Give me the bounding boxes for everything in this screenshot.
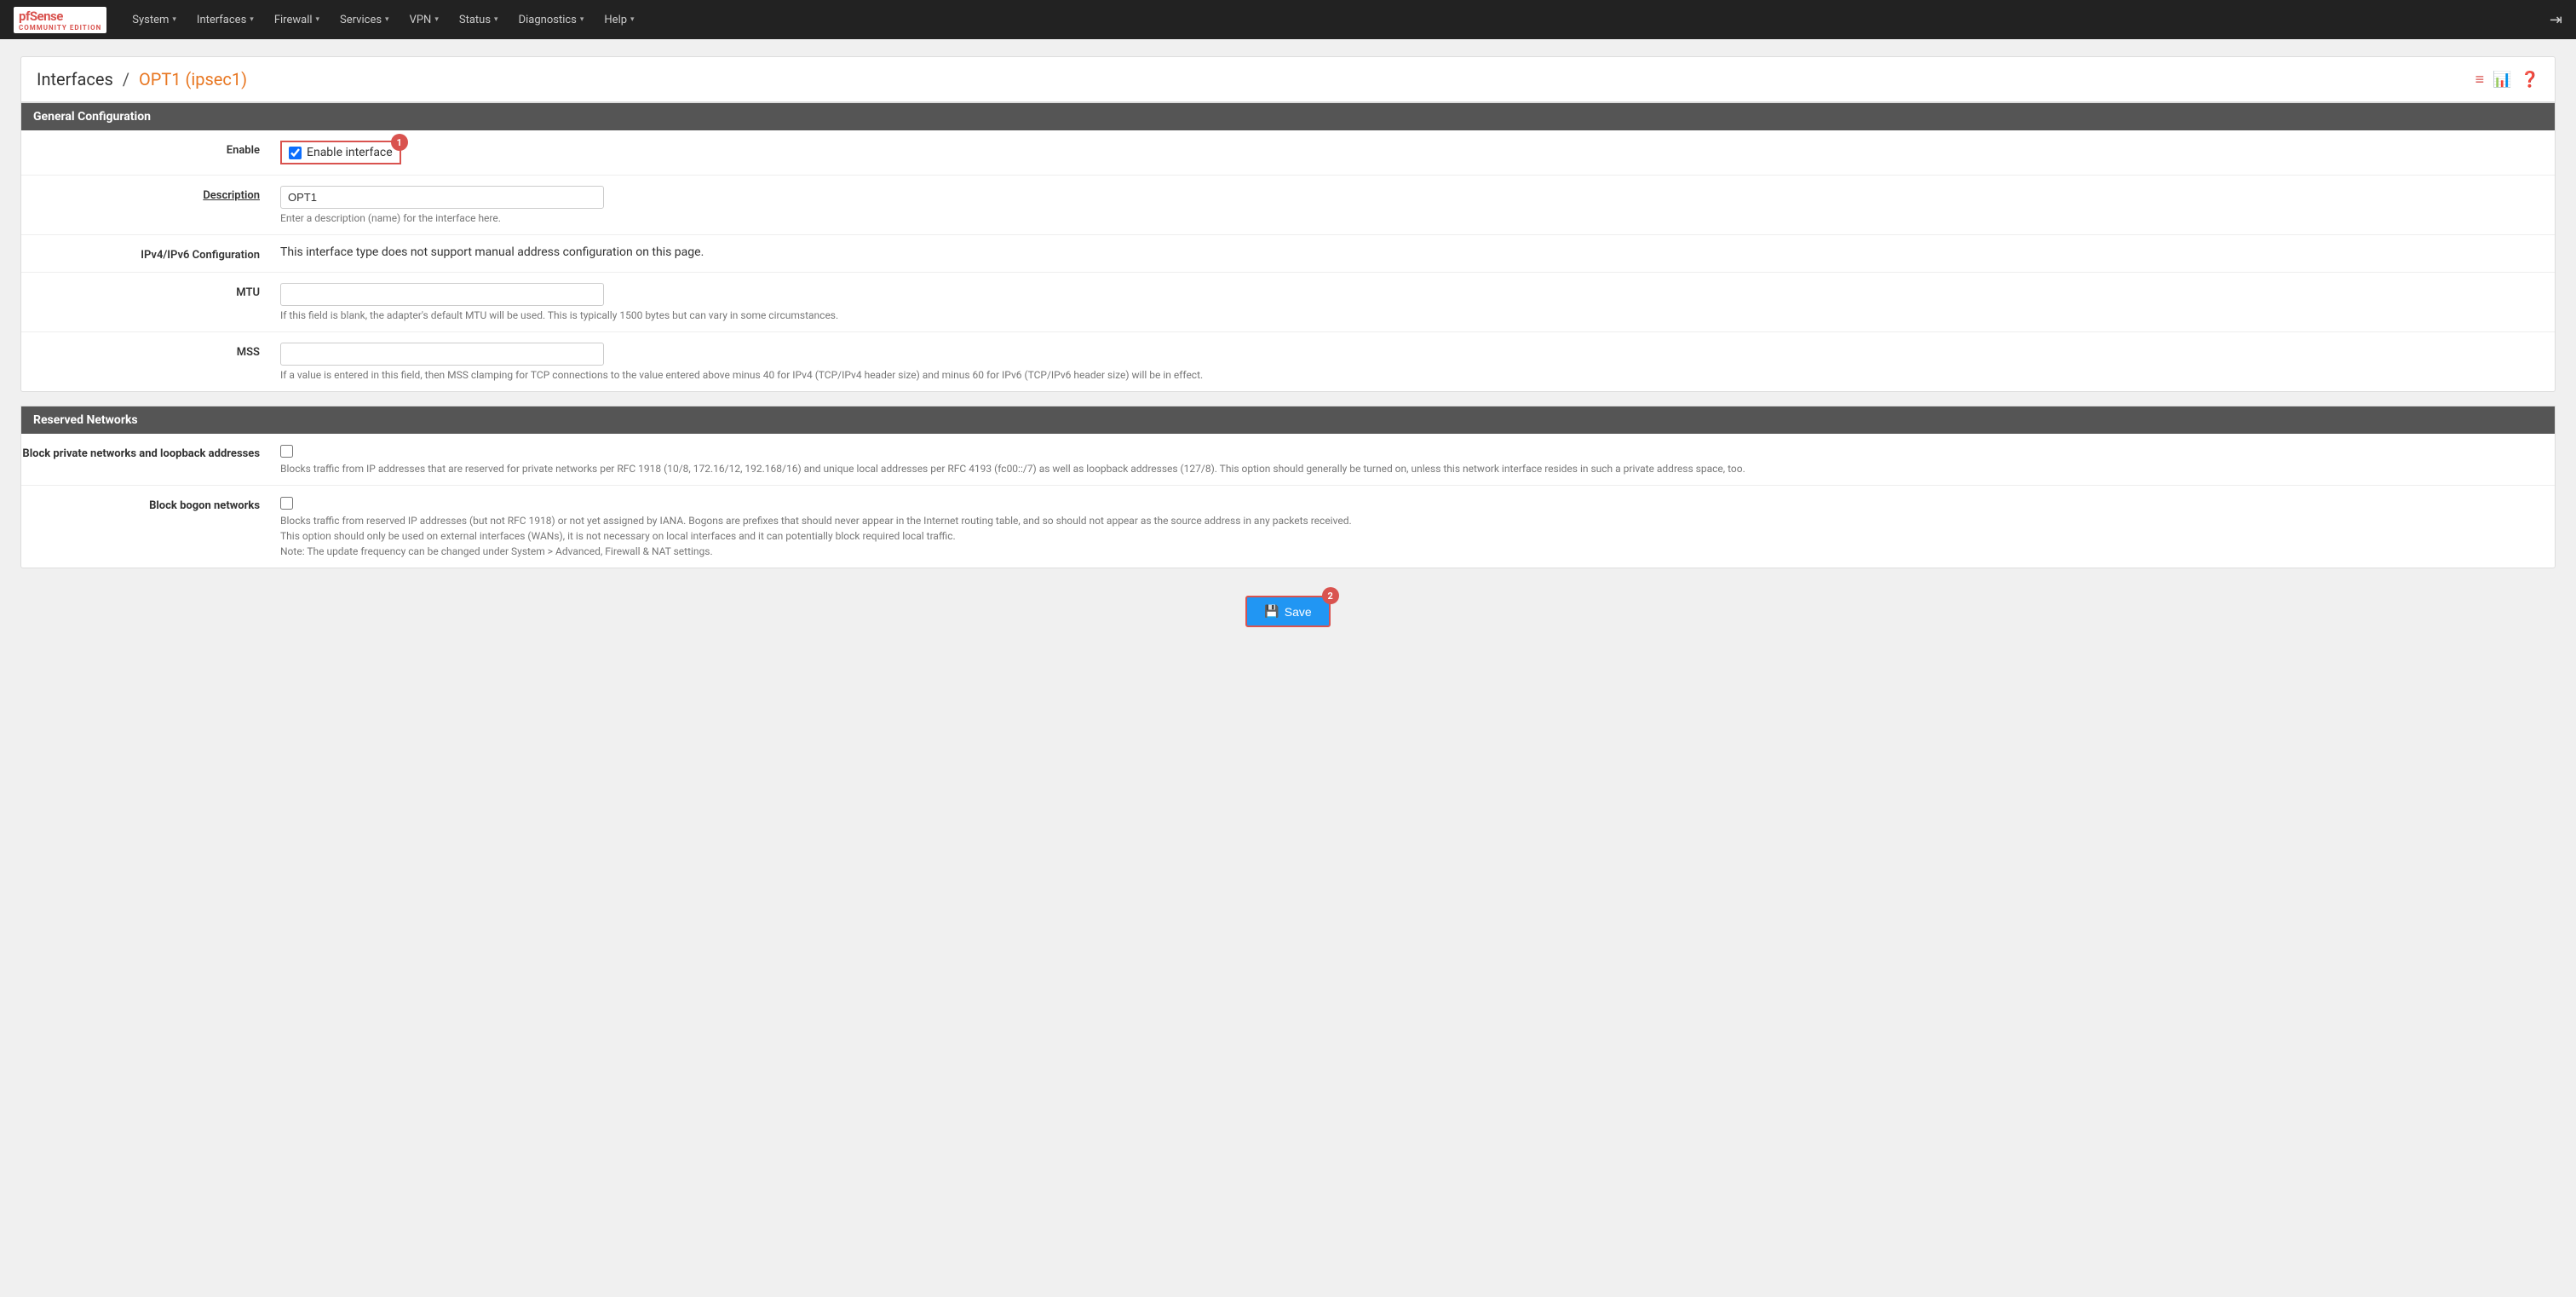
vpn-arrow: ▾: [434, 15, 439, 24]
nav-status[interactable]: Status ▾: [451, 0, 507, 39]
block-private-row: Block private networks and loopback addr…: [21, 434, 2555, 486]
reserved-networks-body: Block private networks and loopback addr…: [21, 434, 2555, 568]
nav-interfaces[interactable]: Interfaces ▾: [188, 0, 262, 39]
header-icons: ≡ 📊 ❓: [2475, 71, 2539, 89]
block-bogon-checkbox[interactable]: [280, 497, 293, 510]
brand-box: pfSense COMMUNITY EDITION: [14, 7, 106, 33]
mss-hint: If a value is entered in this field, the…: [280, 369, 2538, 381]
block-private-hint: Blocks traffic from IP addresses that ar…: [280, 463, 2538, 475]
mss-row: MSS If a value is entered in this field,…: [21, 332, 2555, 391]
block-bogon-checkbox-row: [280, 496, 2538, 510]
logout-icon[interactable]: ⇥: [2550, 11, 2562, 29]
block-bogon-row: Block bogon networks Blocks traffic from…: [21, 486, 2555, 568]
enable-interface-label: Enable interface: [307, 146, 393, 159]
enable-row: Enable Enable interface 1: [21, 130, 2555, 176]
diagnostics-arrow: ▾: [580, 15, 584, 24]
filter-icon[interactable]: ≡: [2475, 71, 2485, 89]
page-header: Interfaces / OPT1 (ipsec1) ≡ 📊 ❓: [20, 56, 2556, 102]
nav-system[interactable]: System ▾: [124, 0, 185, 39]
navbar: pfSense COMMUNITY EDITION System ▾ Inter…: [0, 0, 2576, 39]
save-badge: 2: [1322, 587, 1339, 604]
ipv4-content: This interface type does not support man…: [277, 245, 2555, 259]
page-title: Interfaces / OPT1 (ipsec1): [37, 69, 247, 89]
general-config-card: General Configuration Enable Enable inte…: [20, 102, 2556, 392]
nav-vpn[interactable]: VPN ▾: [401, 0, 447, 39]
description-label: Description: [21, 186, 277, 202]
block-private-checkbox-row: [280, 444, 2538, 458]
nav-help[interactable]: Help ▾: [595, 0, 642, 39]
reserved-networks-header: Reserved Networks: [21, 406, 2555, 434]
enable-label: Enable: [21, 141, 277, 157]
mss-input[interactable]: [280, 343, 604, 366]
mtu-label: MTU: [21, 283, 277, 299]
enable-interface-checkbox[interactable]: [289, 147, 302, 159]
save-label: Save: [1285, 605, 1312, 619]
general-config-header: General Configuration: [21, 103, 2555, 130]
nav-diagnostics[interactable]: Diagnostics ▾: [510, 0, 593, 39]
block-bogon-hint3: Note: The update frequency can be change…: [280, 545, 2538, 557]
ipv4-row: IPv4/IPv6 Configuration This interface t…: [21, 235, 2555, 273]
block-bogon-label: Block bogon networks: [21, 496, 277, 512]
mtu-content: If this field is blank, the adapter's de…: [277, 283, 2555, 321]
interfaces-arrow: ▾: [250, 15, 254, 24]
services-arrow: ▾: [385, 15, 389, 24]
nav-services[interactable]: Services ▾: [331, 0, 398, 39]
enable-interface-wrapper: Enable interface 1: [280, 141, 401, 164]
block-bogon-content: Blocks traffic from reserved IP addresse…: [277, 496, 2555, 557]
breadcrumb-current: OPT1 (ipsec1): [139, 69, 247, 89]
brand-logo: pfSense COMMUNITY EDITION: [14, 7, 106, 33]
block-private-label: Block private networks and loopback addr…: [21, 444, 277, 460]
block-private-checkbox[interactable]: [280, 445, 293, 458]
mtu-hint: If this field is blank, the adapter's de…: [280, 309, 2538, 321]
page-wrapper: Interfaces / OPT1 (ipsec1) ≡ 📊 ❓ General…: [0, 39, 2576, 658]
mtu-row: MTU If this field is blank, the adapter'…: [21, 273, 2555, 332]
ipv4-value: This interface type does not support man…: [280, 245, 704, 259]
block-bogon-hint1: Blocks traffic from reserved IP addresse…: [280, 515, 2538, 527]
block-private-content: Blocks traffic from IP addresses that ar…: [277, 444, 2555, 475]
form-actions: 💾 Save 2: [20, 582, 2556, 641]
description-row: Description Enter a description (name) f…: [21, 176, 2555, 235]
help-arrow: ▾: [630, 15, 635, 24]
breadcrumb-interfaces: Interfaces: [37, 69, 113, 89]
brand-pf: pfSense: [19, 9, 63, 24]
enable-content: Enable interface 1: [277, 141, 2555, 164]
brand-sub: COMMUNITY EDITION: [19, 24, 101, 32]
mss-content: If a value is entered in this field, the…: [277, 343, 2555, 381]
description-content: Enter a description (name) for the inter…: [277, 186, 2555, 224]
mss-label: MSS: [21, 343, 277, 359]
status-arrow: ▾: [494, 15, 498, 24]
firewall-arrow: ▾: [316, 15, 320, 24]
navbar-right: ⇥: [2550, 11, 2562, 29]
save-btn-wrapper: 💾 Save 2: [1245, 596, 1330, 627]
reserved-networks-card: Reserved Networks Block private networks…: [20, 406, 2556, 568]
mtu-input[interactable]: [280, 283, 604, 306]
nav-firewall[interactable]: Firewall ▾: [266, 0, 328, 39]
save-button[interactable]: 💾 Save: [1245, 596, 1330, 627]
help-circle-icon[interactable]: ❓: [2521, 71, 2539, 89]
description-hint: Enter a description (name) for the inter…: [280, 212, 2538, 224]
save-icon: 💾: [1264, 604, 1279, 619]
ipv4-label: IPv4/IPv6 Configuration: [21, 245, 277, 262]
breadcrumb-sep: /: [123, 69, 129, 89]
enable-badge: 1: [391, 134, 408, 151]
description-input[interactable]: [280, 186, 604, 209]
general-config-body: Enable Enable interface 1 Description En…: [21, 130, 2555, 391]
system-arrow: ▾: [172, 15, 176, 24]
block-bogon-hint2: This option should only be used on exter…: [280, 530, 2538, 542]
chart-icon[interactable]: 📊: [2493, 71, 2511, 89]
